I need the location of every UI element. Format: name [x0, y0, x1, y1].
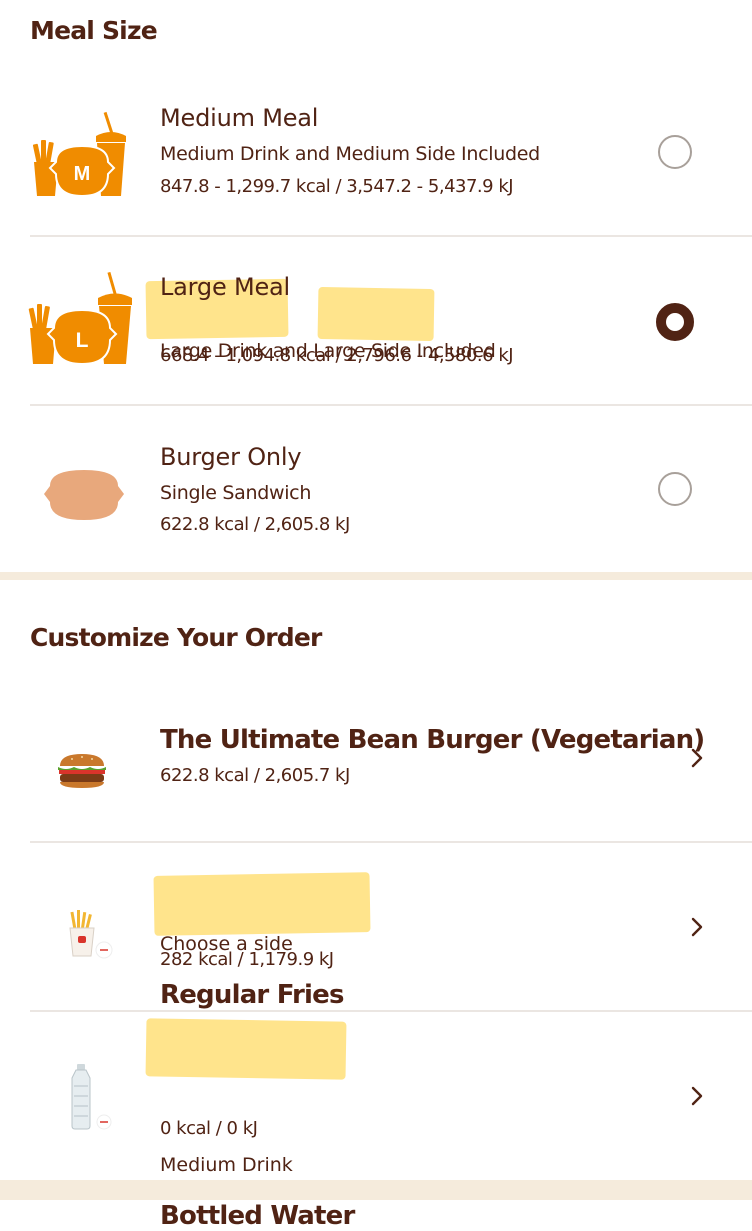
meal-size-heading: Meal Size [30, 16, 158, 45]
medium-meal-title: Medium Meal [160, 104, 319, 132]
water-bottle-icon [68, 1064, 118, 1130]
large-meal-subtitle-side: Large Side [313, 340, 411, 362]
large-meal-subtitle: Large Drink and Large Side Included [160, 340, 752, 362]
divider [30, 841, 752, 843]
large-meal-subtitle-included: Included [410, 340, 496, 362]
large-meal-subtitle-and: and [266, 340, 314, 362]
bottom-band [0, 1180, 752, 1200]
medium-meal-icon-letter: M [74, 163, 91, 185]
burger-only-subtitle: Single Sandwich [160, 482, 312, 504]
burger-item-title: The Ultimate Bean Burger (Vegetarian) [160, 725, 705, 755]
chevron-right-icon[interactable] [690, 747, 704, 769]
large-meal-icon: L [28, 271, 138, 368]
burger-only-icon [42, 468, 126, 522]
burger-item-kcal: 622.8 kcal / 2,605.7 kJ [160, 765, 350, 786]
medium-meal-subtitle: Medium Drink and Medium Side Included [160, 143, 540, 165]
large-meal-title: Large Meal [160, 273, 291, 301]
burger-icon [56, 752, 108, 790]
drink-item-label: Medium Drink [160, 1154, 293, 1176]
large-meal-icon-letter: L [76, 329, 89, 352]
chevron-right-icon[interactable] [690, 1085, 704, 1107]
large-meal-radio[interactable] [656, 303, 694, 341]
highlight-mark [153, 872, 371, 936]
drink-item-title: Bottled Water [160, 1201, 355, 1231]
divider [30, 404, 752, 406]
customize-heading: Customize Your Order [30, 623, 322, 652]
drink-item-kcal: 0 kcal / 0 kJ [160, 1118, 258, 1139]
side-item-title: Regular Fries [160, 980, 344, 1010]
divider [30, 1010, 752, 1012]
large-meal-subtitle-drink: Large Drink [160, 340, 267, 362]
fries-icon [66, 910, 116, 960]
burger-only-radio[interactable] [658, 472, 692, 506]
medium-meal-kcal: 847.8 - 1,299.7 kcal / 3,547.2 - 5,437.9… [160, 176, 514, 197]
divider [30, 235, 752, 237]
highlight-mark [145, 1018, 347, 1080]
burger-only-kcal: 622.8 kcal / 2,605.8 kJ [160, 514, 350, 535]
side-item-label: Choose a side [160, 933, 293, 955]
section-separator [0, 572, 752, 580]
medium-meal-icon: M [32, 110, 132, 200]
burger-only-title: Burger Only [160, 443, 302, 471]
customize-item-burger[interactable] [0, 690, 752, 840]
medium-meal-radio[interactable] [658, 135, 692, 169]
